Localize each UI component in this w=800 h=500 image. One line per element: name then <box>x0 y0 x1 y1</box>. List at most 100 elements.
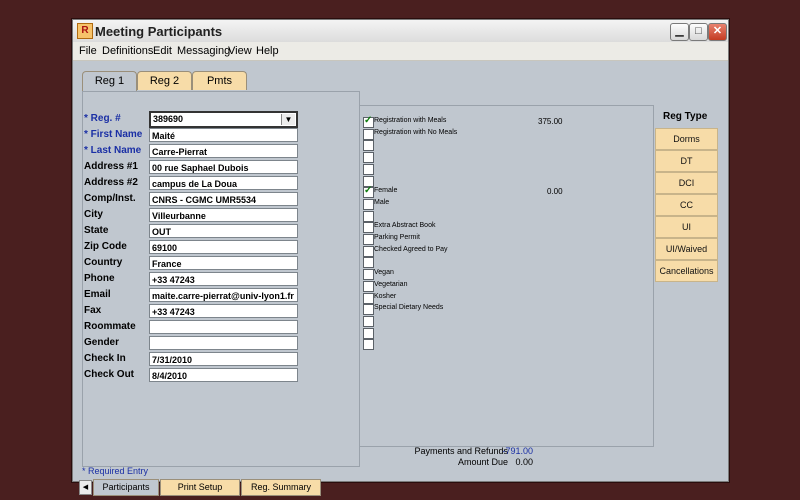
field-value: CNRS - CGMC UMR5534 <box>152 195 257 205</box>
field-value: OUT <box>152 227 171 237</box>
field-input[interactable]: 8/4/2010 <box>149 368 298 382</box>
option-checkbox[interactable] <box>363 210 374 222</box>
field-value: 69100 <box>152 243 178 253</box>
field-input[interactable]: 69100 <box>149 240 298 254</box>
option-checkbox[interactable] <box>363 269 374 281</box>
field-input[interactable]: Carre-Pierrat <box>149 144 298 158</box>
tab-pmts[interactable]: Pmts <box>192 71 247 90</box>
field-label: * Last Name <box>84 145 142 156</box>
meeting-participants-window: R Meeting Participants ▁ □ ✕ File Defini… <box>72 19 729 496</box>
menu-file[interactable]: File <box>79 45 97 57</box>
field-input[interactable]: Maité <box>149 128 298 142</box>
field-label: Phone <box>84 273 115 284</box>
reg-type-button[interactable]: DCI <box>655 172 718 194</box>
bottom-tab-reg-summary[interactable]: Reg. Summary <box>241 479 321 496</box>
reg-type-button[interactable]: Cancellations <box>655 260 718 282</box>
option-checkbox[interactable] <box>363 128 374 140</box>
payments-value: -791.00 <box>502 446 533 456</box>
tab-scroll-left-icon[interactable]: ◀ <box>79 480 92 495</box>
option-checkbox[interactable] <box>363 280 374 292</box>
field-label: Comp/Inst. <box>84 193 136 204</box>
payments-label: Payments and Refunds <box>414 446 508 456</box>
option-label: Parking Permit <box>374 234 420 241</box>
option-checkbox[interactable] <box>363 257 374 269</box>
field-label: * First Name <box>84 129 143 140</box>
field-input[interactable]: 00 rue Saphael Dubois <box>149 160 298 174</box>
reg-type-button[interactable]: DT <box>655 150 718 172</box>
reg-type-button[interactable]: UI <box>655 216 718 238</box>
option-checkbox[interactable] <box>363 140 374 152</box>
maximize-button[interactable]: □ <box>689 23 708 41</box>
bottom-tab-participants[interactable]: Participants <box>93 479 159 496</box>
reg-type-title: Reg Type <box>663 111 708 122</box>
option-checkbox[interactable] <box>363 198 374 210</box>
field-input[interactable]: France <box>149 256 298 270</box>
option-checkbox[interactable] <box>363 222 374 234</box>
reg-number-select[interactable]: 389690 ▼ <box>149 111 298 128</box>
option-checkbox[interactable] <box>363 185 374 199</box>
field-label: Address #1 <box>84 161 138 172</box>
field-value: 389690 <box>153 114 184 124</box>
option-label: Registration with Meals <box>374 117 447 124</box>
menu-edit[interactable]: Edit <box>153 45 172 57</box>
option-checkbox[interactable] <box>363 245 374 257</box>
reg-type-button[interactable]: Dorms <box>655 128 718 150</box>
reg-type-button[interactable]: UI/Waived <box>655 238 718 260</box>
option-label: Registration with No Meals <box>374 128 458 136</box>
field-label: * Reg. # <box>84 113 121 124</box>
option-checkbox[interactable] <box>363 115 374 128</box>
main-content: Reg 1 Reg 2 Pmts * Reg. # 389690 ▼ * First … <box>73 61 728 496</box>
field-value: +33 47243 <box>152 275 195 285</box>
minimize-button[interactable]: ▁ <box>670 23 689 41</box>
option-checkbox[interactable] <box>363 163 374 175</box>
option-amount: 0.00 <box>547 187 563 197</box>
amount-due-value: 0.00 <box>515 457 533 467</box>
option-checkbox[interactable] <box>363 315 374 327</box>
field-input[interactable]: +33 47243 <box>149 272 298 286</box>
field-value: maite.carre-pierrat@univ-lyon1.fr <box>152 291 294 301</box>
field-input[interactable] <box>149 320 298 334</box>
field-value: 00 rue Saphael Dubois <box>152 163 249 173</box>
option-checkbox[interactable] <box>363 292 374 304</box>
option-label: Kosher <box>374 292 397 300</box>
window-title: Meeting Participants <box>95 24 223 39</box>
bottom-tab-print-setup[interactable]: Print Setup <box>160 479 240 496</box>
field-label: Check In <box>84 353 126 364</box>
menu-messaging[interactable]: Messaging <box>177 45 230 57</box>
title-bar: R Meeting Participants ▁ □ ✕ <box>73 20 728 43</box>
tab-reg-2[interactable]: Reg 2 <box>137 71 192 90</box>
tab-reg-1[interactable]: Reg 1 <box>82 71 137 91</box>
option-checkbox[interactable] <box>363 152 374 164</box>
amount-due-label: Amount Due <box>457 457 508 467</box>
option-checkbox[interactable] <box>363 339 374 351</box>
field-input[interactable]: campus de La Doua <box>149 176 298 190</box>
field-input[interactable]: CNRS - CGMC UMR5534 <box>149 192 298 206</box>
option-label: Special Dietary Needs <box>374 304 444 312</box>
option-label: Male <box>374 198 390 206</box>
option-checkbox[interactable] <box>363 234 374 245</box>
field-input[interactable]: 7/31/2010 <box>149 352 298 366</box>
field-value: Maité <box>152 131 176 141</box>
field-value: France <box>152 259 182 269</box>
chevron-down-icon[interactable]: ▼ <box>281 114 295 125</box>
field-input[interactable]: +33 47243 <box>149 304 298 318</box>
close-button[interactable]: ✕ <box>708 23 727 41</box>
menu-bar: File Definitions Edit Messaging View Hel… <box>73 42 728 61</box>
option-checkbox[interactable] <box>363 304 374 316</box>
field-value: Villeurbanne <box>152 211 206 221</box>
option-amount: 375.00 <box>538 117 563 126</box>
field-value: +33 47243 <box>152 307 195 317</box>
reg-type-button[interactable]: CC <box>655 194 718 216</box>
menu-definitions[interactable]: Definitions <box>102 45 153 57</box>
field-input[interactable] <box>149 336 298 350</box>
field-input[interactable]: OUT <box>149 224 298 238</box>
registration-options-panel <box>359 105 654 447</box>
option-checkbox[interactable] <box>363 327 374 339</box>
option-label: Vegetarian <box>374 280 408 288</box>
field-input[interactable]: Villeurbanne <box>149 208 298 222</box>
menu-view[interactable]: View <box>228 45 252 57</box>
field-label: Check Out <box>84 369 135 380</box>
menu-help[interactable]: Help <box>256 45 279 57</box>
field-input[interactable]: maite.carre-pierrat@univ-lyon1.fr <box>149 288 298 302</box>
field-value: 7/31/2010 <box>152 355 193 365</box>
